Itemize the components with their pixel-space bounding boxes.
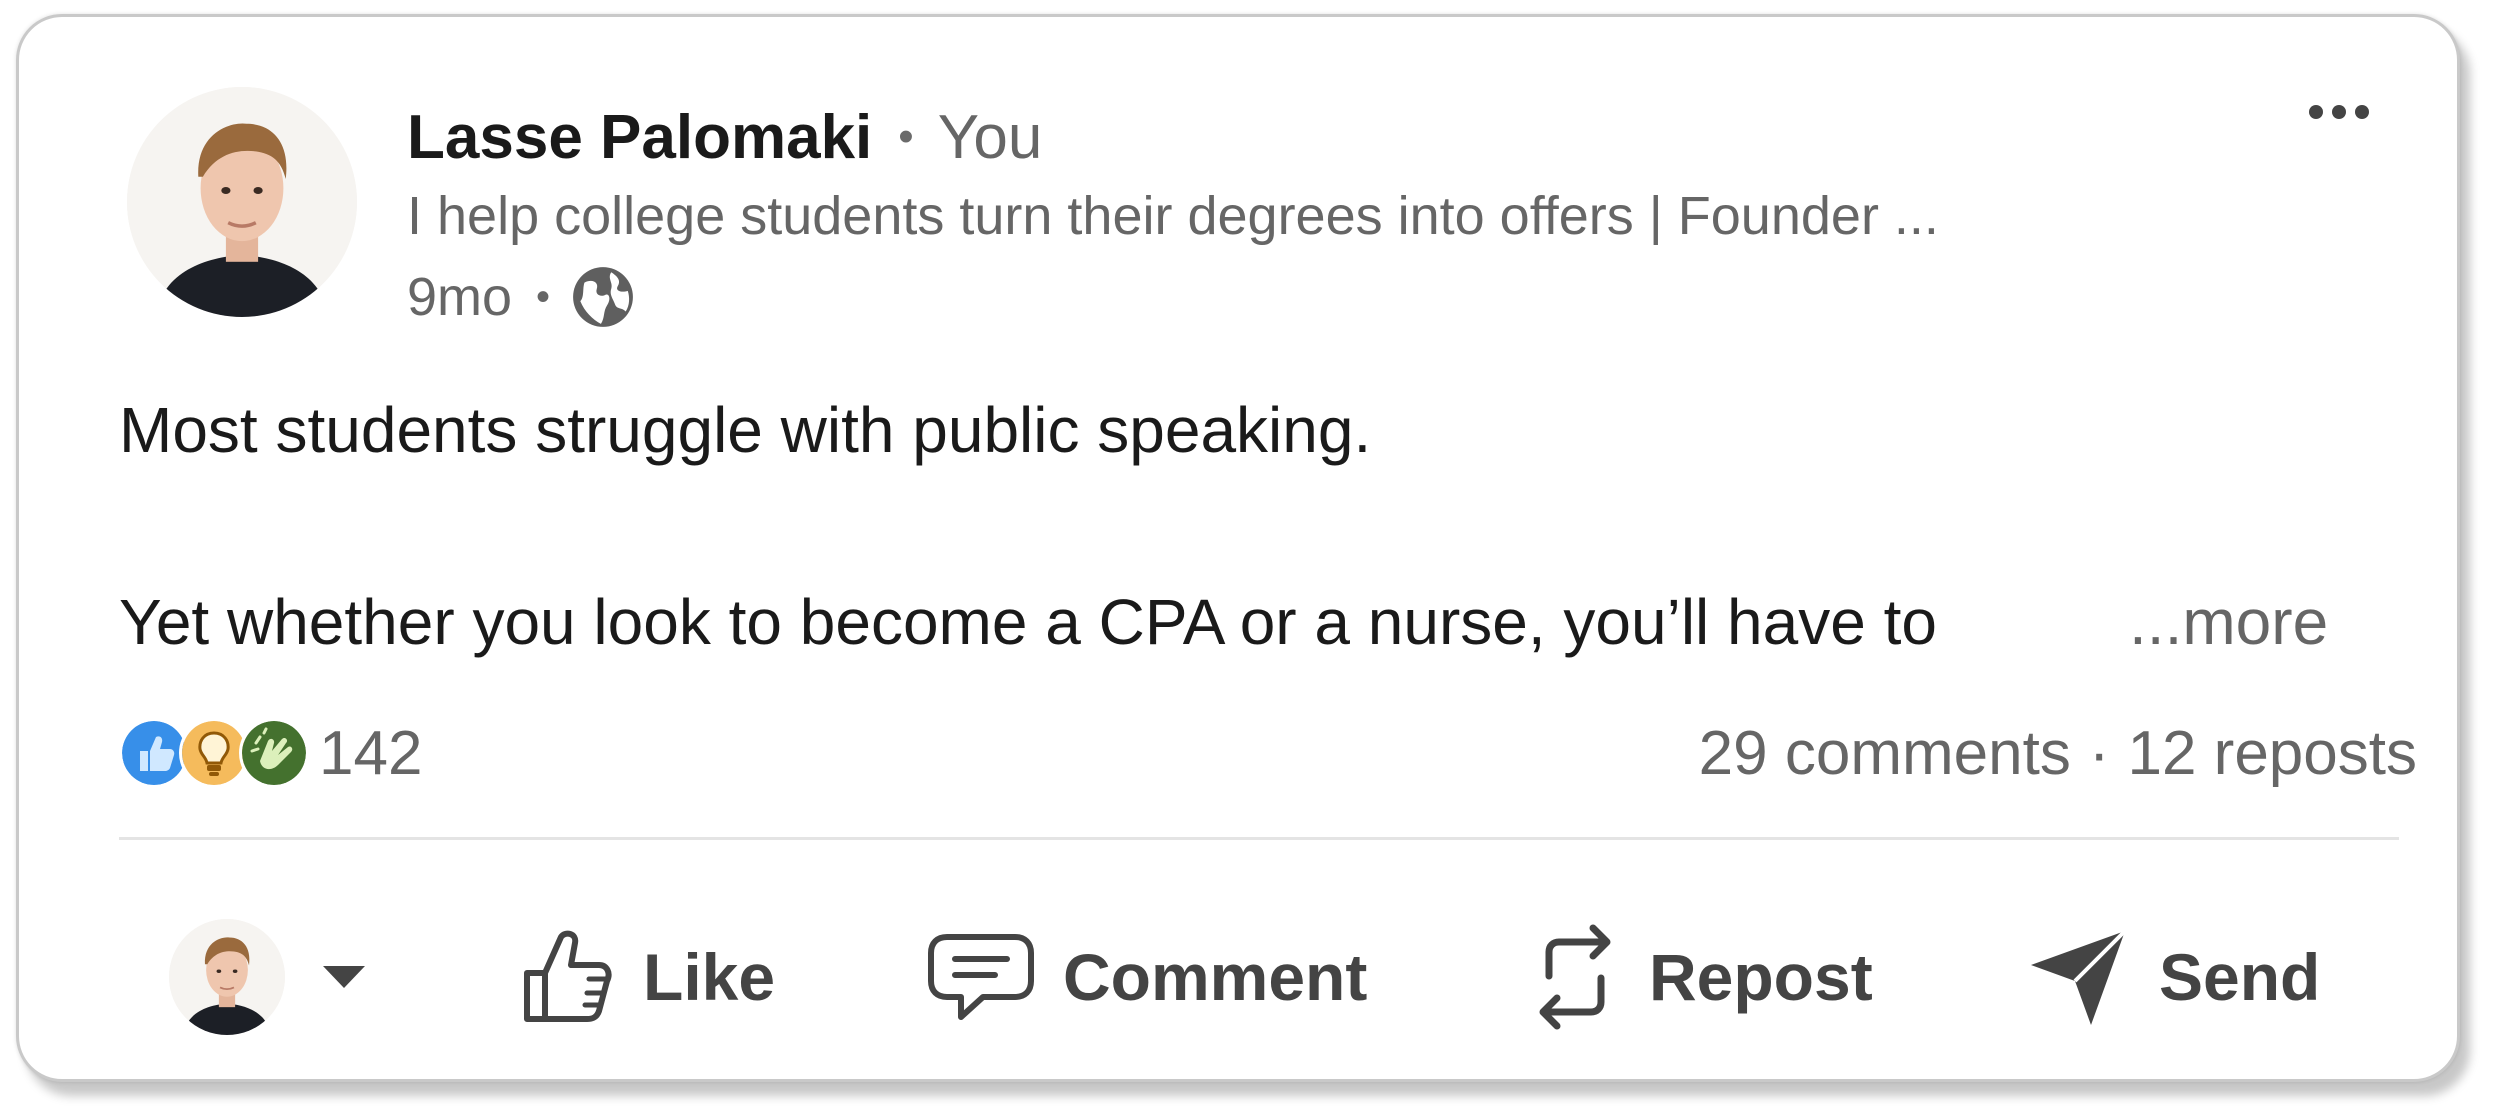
connection-degree: You: [937, 102, 1043, 172]
post-card: Lasse Palomaki • You I help college stud…: [16, 14, 2460, 1082]
reposts-count[interactable]: 12 reposts: [2127, 718, 2417, 789]
send-button[interactable]: Send: [2027, 919, 2320, 1035]
send-icon: [2031, 929, 2127, 1025]
action-bar: Like Comment Repost Send: [19, 907, 2457, 1047]
author-avatar[interactable]: [127, 87, 357, 317]
author-headline: I help college students turn their degre…: [407, 186, 1939, 246]
caret-down-icon: [323, 966, 365, 988]
reactions-summary[interactable]: 142: [119, 717, 422, 789]
more-options-button[interactable]: [2299, 87, 2379, 137]
see-more-link[interactable]: ...more: [2129, 585, 2328, 659]
author-name[interactable]: Lasse Palomaki: [407, 102, 872, 173]
post-text-line-1: Most students struggle with public speak…: [119, 394, 1372, 466]
page: Lasse Palomaki • You I help college stud…: [0, 0, 2500, 1117]
post-text-line-2: Yet whether you look to become a CPA or …: [119, 586, 1937, 658]
thumbs-up-icon: [524, 930, 612, 1022]
post-meta: 9mo •: [407, 261, 636, 333]
divider: [119, 837, 2399, 840]
post-time: 9mo: [407, 267, 513, 327]
meta-separator: •: [536, 274, 551, 319]
more-options-icon: [2309, 105, 2369, 119]
repost-label: Repost: [1649, 940, 1873, 1014]
send-label: Send: [2159, 940, 2321, 1014]
author-photo: [127, 87, 357, 317]
social-counts: 29 comments · 12 reposts: [1699, 717, 2417, 789]
repost-button[interactable]: Repost: [1529, 919, 1873, 1035]
author-separator: •: [898, 112, 914, 161]
repost-icon: [1539, 924, 1611, 1030]
celebrate-reaction-icon: [239, 718, 309, 788]
comment-icon: [928, 934, 1034, 1020]
comment-button[interactable]: Comment: [927, 919, 1367, 1035]
author-line: Lasse Palomaki • You: [407, 97, 1042, 177]
actor-photo: [169, 919, 285, 1035]
actor-switcher[interactable]: [169, 919, 367, 1035]
comments-count[interactable]: 29 comments: [1699, 718, 2071, 789]
actor-avatar: [169, 919, 285, 1035]
reaction-count: 142: [319, 718, 423, 788]
counts-separator: ·: [2088, 718, 2110, 788]
like-button[interactable]: Like: [519, 919, 775, 1035]
like-label: Like: [643, 940, 776, 1014]
globe-icon: [573, 267, 633, 327]
comment-label: Comment: [1063, 940, 1368, 1014]
